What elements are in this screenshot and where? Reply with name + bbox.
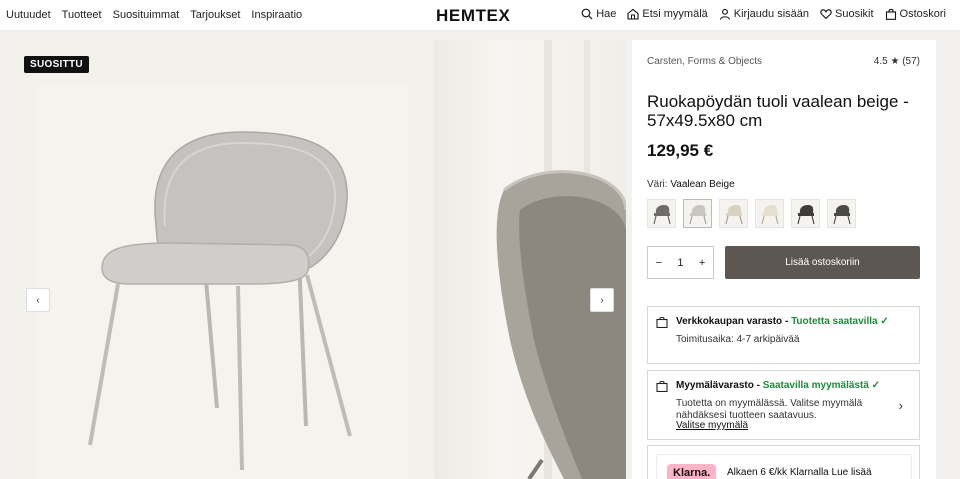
chair-thumb-icon (689, 204, 706, 224)
store-stock-heading: Myymälävarasto - Saatavilla myymälästä ✓ (676, 380, 880, 391)
main-nav: Uutuudet Tuotteet Suosituimmat Tarjoukse… (6, 9, 302, 21)
utility-nav: Hae Etsi myymälä Kirjaudu sisään Suosiki… (581, 8, 946, 20)
klarna-card: Klarna. Alkaen 6 €/kk Klarnalla Lue lisä… (647, 445, 920, 479)
cart-label: Ostoskori (899, 8, 946, 20)
color-swatch-2[interactable] (683, 199, 712, 228)
heart-icon (820, 9, 832, 20)
color-swatches (647, 199, 856, 228)
search-link[interactable]: Hae (581, 8, 616, 20)
store-stock-text: Tuotetta on myymälässä. Valitse myymälä … (676, 398, 863, 421)
color-swatch-1[interactable] (647, 199, 676, 228)
chevron-right-icon[interactable]: › (899, 398, 903, 413)
color-swatch-6[interactable] (827, 199, 856, 228)
bag-icon (885, 8, 896, 20)
product-brand[interactable]: Carsten, Forms & Objects (647, 56, 762, 67)
favorites-label: Suosikit (835, 8, 874, 20)
online-stock-card: Verkkokaupan varasto - Tuotetta saatavil… (647, 306, 920, 364)
color-value: Vaalean Beige (670, 179, 735, 190)
chair-thumb-icon (761, 204, 778, 224)
search-icon (581, 8, 593, 20)
online-stock-status: Tuotetta saatavilla ✓ (791, 316, 889, 327)
login-label: Kirjaudu sisään (733, 8, 809, 20)
product-price: 129,95 € (647, 141, 714, 160)
color-label-text: Väri: (647, 179, 668, 190)
klarna-text[interactable]: Alkaen 6 €/kk Klarnalla Lue lisää (727, 467, 872, 478)
shop-bag-icon (656, 380, 668, 392)
search-label: Hae (596, 8, 617, 20)
klarna-logo: Klarna. (667, 464, 717, 479)
nav-item-products[interactable]: Tuotteet (62, 9, 102, 21)
chair-thumb-icon (653, 204, 670, 224)
store-stock-label: Myymälävarasto - (676, 380, 763, 391)
quantity-stepper: − 1 + (647, 246, 714, 279)
product-rating[interactable]: 4.5 ★ (57) (874, 56, 920, 67)
store-stock-card[interactable]: Myymälävarasto - Saatavilla myymälästä ✓… (647, 370, 920, 440)
product-gallery[interactable] (10, 40, 626, 479)
chair-detail-illustration (496, 40, 626, 479)
product-image-detail (434, 40, 626, 479)
popular-badge: SUOSITTU (24, 56, 89, 73)
online-stock-label: Verkkokaupan varasto - (676, 316, 792, 327)
nav-item-new[interactable]: Uutuudet (6, 9, 51, 21)
nav-item-offers[interactable]: Tarjoukset (190, 9, 240, 21)
klarna-banner[interactable]: Klarna. Alkaen 6 €/kk Klarnalla Lue lisä… (656, 454, 912, 479)
quantity-decrease-button[interactable]: − (656, 257, 662, 269)
login-link[interactable]: Kirjaudu sisään (719, 8, 809, 20)
gallery-prev-button[interactable]: ‹ (26, 288, 50, 312)
nav-item-inspiration[interactable]: Inspiraatio (251, 9, 302, 21)
add-to-cart-button[interactable]: Lisää ostoskoriin (725, 246, 920, 279)
quantity-increase-button[interactable]: + (699, 257, 705, 269)
favorites-link[interactable]: Suosikit (820, 8, 874, 20)
shop-bag-icon (656, 316, 668, 328)
product-title: Ruokapöydän tuoli vaalean beige - 57x49.… (647, 92, 909, 130)
site-header: Uutuudet Tuotteet Suosituimmat Tarjoukse… (0, 0, 960, 31)
store-stock-status: Saatavilla myymälästä ✓ (762, 380, 881, 391)
delivery-time: Toimitusaika: 4-7 arkipäivää (676, 334, 800, 345)
quantity-value[interactable]: 1 (677, 257, 683, 269)
color-swatch-5[interactable] (791, 199, 820, 228)
product-image-main (10, 40, 434, 479)
chair-thumb-icon (797, 204, 814, 224)
color-swatch-3[interactable] (719, 199, 748, 228)
choose-store-link[interactable]: Valitse myymälä (676, 420, 748, 431)
nav-item-popular[interactable]: Suosituimmat (113, 9, 180, 21)
find-store-link[interactable]: Etsi myymälä (627, 8, 708, 20)
chair-thumb-icon (725, 204, 742, 224)
chair-thumb-icon (833, 204, 850, 224)
store-icon (627, 8, 639, 20)
find-store-label: Etsi myymälä (642, 8, 708, 20)
product-details-panel: Carsten, Forms & Objects 4.5 ★ (57) Ruok… (632, 40, 936, 479)
site-logo[interactable]: HEMTEX (436, 6, 510, 26)
cart-link[interactable]: Ostoskori (885, 8, 946, 20)
user-icon (719, 8, 730, 20)
online-stock-heading: Verkkokaupan varasto - Tuotetta saatavil… (676, 316, 889, 327)
color-swatch-4[interactable] (755, 199, 784, 228)
gallery-next-button[interactable]: › (590, 288, 614, 312)
chair-illustration (88, 131, 352, 471)
color-label: Väri: Vaalean Beige (647, 179, 735, 190)
